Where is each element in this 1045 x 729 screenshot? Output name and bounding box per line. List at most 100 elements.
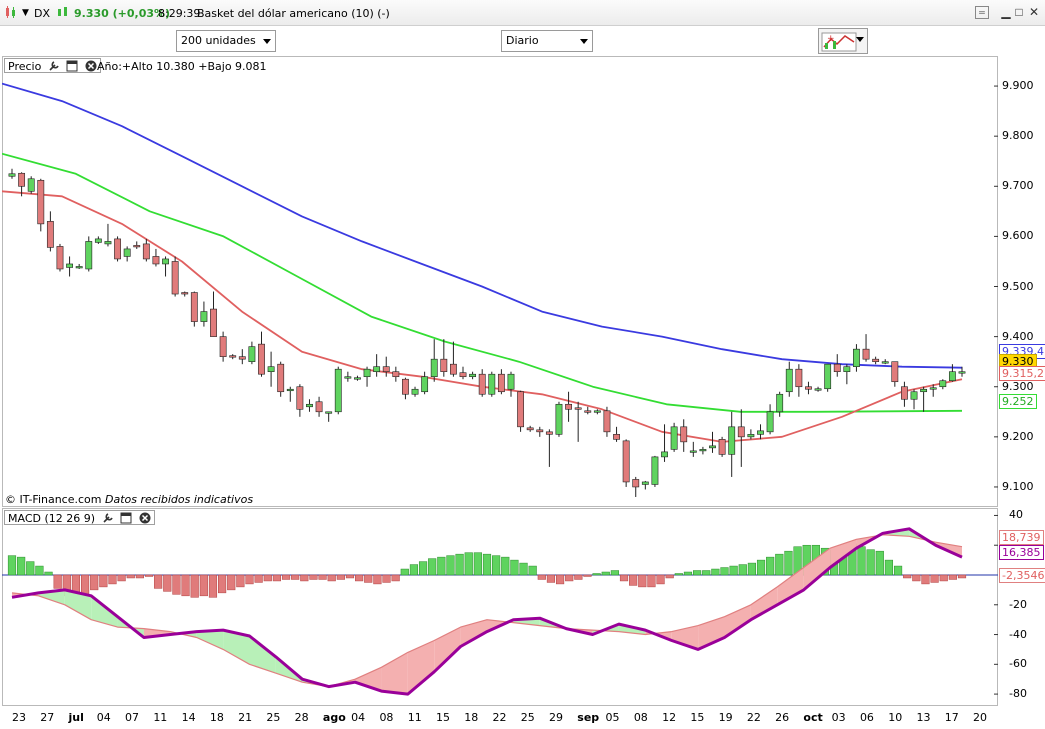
histogram-bar-down <box>364 574 373 583</box>
candle-down <box>526 427 534 431</box>
disclaimer-label: Datos recibidos indicativos <box>105 493 254 506</box>
description-label: Basket del dólar americano (10) (-) <box>197 7 390 20</box>
histogram-bar-down <box>318 574 327 580</box>
histogram-bar-down <box>254 574 263 583</box>
time-tick-label: 14 <box>181 711 196 724</box>
histogram-bar-down <box>948 574 957 580</box>
histogram-bar-down <box>117 574 126 582</box>
maximize-icon[interactable] <box>66 60 78 72</box>
time-tick-label: jul <box>68 711 84 724</box>
histogram-bar-down <box>583 574 592 577</box>
candle-up <box>843 366 851 373</box>
histogram-bar-up <box>711 568 720 576</box>
histogram-bar-up <box>784 550 793 576</box>
macd-fill <box>750 586 778 620</box>
histogram-bar-up <box>729 565 738 576</box>
candle-down <box>862 348 870 360</box>
close-button[interactable]: ✕ <box>1027 6 1041 19</box>
candle-up <box>162 258 169 265</box>
candle-up <box>354 377 361 380</box>
price-chart[interactable] <box>2 56 998 507</box>
time-tick-label: 22 <box>746 711 761 724</box>
histogram-bar-down <box>619 574 629 582</box>
ma-red-tag: 9.315,2 <box>999 366 1045 381</box>
candle-down <box>46 221 54 248</box>
macd-tag: 16,385 <box>999 545 1044 560</box>
macd-tick-label: -20 <box>1009 597 1027 611</box>
macd-tick-label: 40 <box>1009 508 1023 522</box>
candle-down <box>805 386 812 390</box>
wrench-icon[interactable] <box>102 512 114 524</box>
toolbar-toggle-button[interactable]: ═ <box>975 6 989 19</box>
histogram-bar-down <box>629 574 638 586</box>
ma-green-tag: 9.252 <box>999 394 1037 409</box>
units-select-value: 200 unidades <box>181 34 256 47</box>
histogram-bar-down <box>300 574 309 582</box>
histogram-bar-down <box>391 574 400 582</box>
time-tick-label: 10 <box>888 711 903 724</box>
histogram-bar-down <box>939 574 948 582</box>
macd-fill <box>381 652 408 695</box>
time-tick-label: 08 <box>633 711 648 724</box>
candle-down <box>440 358 448 372</box>
histogram-bar-up <box>35 565 44 576</box>
minimize-button[interactable]: ▁ <box>999 6 1013 19</box>
time-axis: 23 27 jul 04 07 11 14 18 21 25 28 ago 04 08 11 15 18 22 25… <box>0 708 998 728</box>
histogram-bar-down <box>163 574 172 592</box>
close-pane-icon[interactable] <box>139 512 151 524</box>
candle-down <box>152 256 160 265</box>
candle-up <box>94 238 102 243</box>
close-pane-icon[interactable] <box>85 60 97 72</box>
symbol-label: DX <box>34 7 51 20</box>
candle-down <box>171 261 179 295</box>
histogram-bar-up <box>437 556 446 576</box>
histogram-bar-down <box>227 574 236 591</box>
histogram-bar-up <box>756 559 766 576</box>
candle-up <box>507 373 515 390</box>
histogram-bar-down <box>99 574 108 588</box>
histogram-bar-down <box>903 574 912 579</box>
period-select[interactable]: Diario <box>501 30 593 52</box>
ma-red-line <box>2 190 963 443</box>
candle-up <box>661 451 668 458</box>
time-tick-label: 27 <box>40 711 55 724</box>
price-tick-label: 9.200 <box>1002 429 1034 443</box>
candle-up <box>421 376 429 393</box>
histogram-bar-down <box>574 574 583 580</box>
candle-up <box>75 266 83 269</box>
time-tick-label: 19 <box>718 711 733 724</box>
time-tick-label: 18 <box>464 711 479 724</box>
time-tick-label: 15 <box>435 711 450 724</box>
candle-up <box>411 388 419 395</box>
candle-up <box>555 403 563 435</box>
candle-down <box>872 358 880 362</box>
candle-up <box>334 368 342 413</box>
histogram-bar-up <box>428 558 437 576</box>
histogram-bar-up <box>482 553 492 576</box>
dropdown-arrow-icon[interactable]: ▼ <box>22 8 29 18</box>
candle-down <box>891 361 899 383</box>
candle-down <box>258 343 265 375</box>
candle-up <box>488 373 496 395</box>
maximize-icon[interactable] <box>120 512 132 524</box>
candle-down <box>517 391 525 428</box>
histogram-bar-down <box>190 574 199 598</box>
histogram-bar-up <box>501 556 510 576</box>
candle-down <box>574 407 582 410</box>
time-tick-label: 22 <box>492 711 507 724</box>
candle-down <box>632 479 640 488</box>
macd-chart[interactable] <box>2 508 998 706</box>
histogram-bar-down <box>135 574 144 579</box>
time-tick-label: 28 <box>294 711 309 724</box>
restore-button[interactable]: □ <box>1012 6 1026 19</box>
candle-up <box>939 380 947 388</box>
wrench-icon[interactable] <box>48 60 60 72</box>
histogram-bar-down <box>565 574 574 582</box>
units-select[interactable]: 200 unidades <box>176 30 276 52</box>
histogram-bar-up <box>418 561 428 576</box>
histogram-bar-down <box>90 574 99 591</box>
histogram-bar-up <box>464 552 473 576</box>
candle-down <box>901 386 908 400</box>
candle-up <box>200 311 208 322</box>
indicators-button[interactable]: + <box>818 28 868 54</box>
